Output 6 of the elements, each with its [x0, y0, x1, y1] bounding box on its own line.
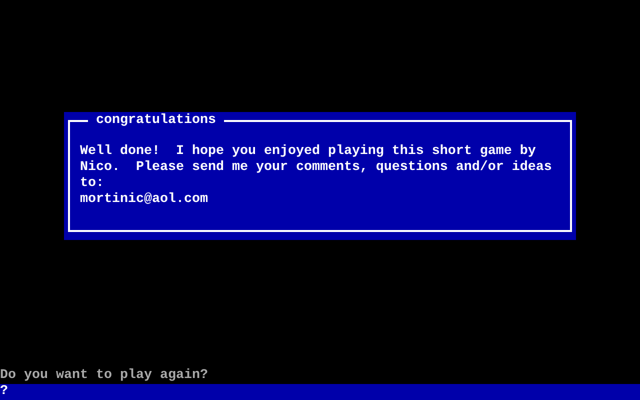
- message-line: to:: [80, 176, 105, 192]
- message-line: Nico. Please send me your comments, questions and/or ideas: [80, 160, 553, 176]
- message-line: mortinic@aol.com: [80, 192, 209, 208]
- message-line: Well done! I hope you enjoyed playing this short game by: [80, 144, 537, 160]
- dialog-title: congratulations: [88, 113, 224, 129]
- prompt-text: Do you want to play again?: [0, 368, 209, 384]
